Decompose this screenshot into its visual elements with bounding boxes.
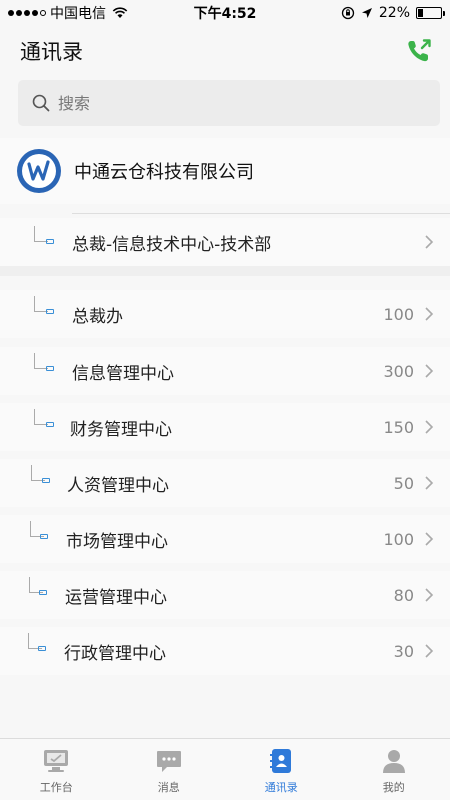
chevron-right-icon (425, 235, 434, 249)
phone-call-icon[interactable] (404, 36, 434, 66)
department-name: 总裁办 (72, 306, 123, 327)
battery-icon (416, 7, 445, 19)
tree-node-icon (46, 422, 54, 427)
battery-percent: 22% (378, 5, 410, 21)
divider (72, 213, 450, 214)
chat-bubble-icon (156, 751, 181, 772)
department-row-5[interactable]: 市场管理中心 100 (0, 515, 450, 563)
tree-node-icon (39, 590, 47, 595)
desktop-icon (44, 750, 69, 772)
signal-strength-icon (8, 10, 46, 16)
rotation-lock-icon (341, 6, 355, 20)
tab-me[interactable]: 我的 (338, 739, 450, 800)
contacts-icon (270, 749, 292, 773)
person-icon (382, 750, 405, 773)
chevron-right-icon (425, 588, 434, 602)
tree-node-icon (42, 478, 50, 483)
search-bar[interactable] (18, 80, 440, 126)
chevron-right-icon (425, 364, 434, 378)
chevron-right-icon (425, 476, 434, 490)
department-name: 市场管理中心 (66, 531, 168, 552)
member-count: 50 (393, 473, 414, 493)
chevron-right-icon (425, 420, 434, 434)
department-row-1[interactable]: 总裁办 100 (0, 290, 450, 338)
department-name: 人资管理中心 (67, 475, 169, 496)
chevron-right-icon (425, 307, 434, 321)
department-name: 财务管理中心 (70, 419, 172, 440)
department-name: 行政管理中心 (64, 643, 166, 664)
member-count: 300 (383, 361, 414, 381)
search-icon (32, 94, 50, 112)
member-count: 30 (393, 641, 414, 661)
company-name: 中通云仓科技有限公司 (74, 162, 254, 183)
member-count: 150 (383, 417, 414, 437)
wifi-icon (112, 7, 128, 18)
chevron-right-icon (425, 644, 434, 658)
company-logo-icon (17, 149, 61, 193)
tree-node-icon (46, 366, 54, 371)
tab-label: 通讯录 (264, 781, 298, 794)
member-count: 80 (393, 585, 414, 605)
tab-label: 我的 (382, 781, 405, 794)
member-count: 100 (383, 529, 414, 549)
department-row-0[interactable]: 总裁-信息技术中心-技术部 (0, 218, 450, 266)
status-bar: 中国电信 下午4:52 22% (0, 0, 450, 26)
department-row-4[interactable]: 人资管理中心 50 (0, 459, 450, 507)
department-row-3[interactable]: 财务管理中心 150 (0, 403, 450, 451)
tab-contacts[interactable]: 通讯录 (225, 739, 338, 800)
tab-label: 工作台 (39, 781, 73, 794)
department-row-2[interactable]: 信息管理中心 300 (0, 347, 450, 395)
page-title: 通讯录 (20, 40, 83, 64)
tab-workbench[interactable]: 工作台 (0, 739, 113, 800)
department-name: 运营管理中心 (65, 587, 167, 608)
member-count: 100 (383, 304, 414, 324)
tree-node-icon (40, 534, 48, 539)
department-row-7[interactable]: 行政管理中心 30 (0, 627, 450, 675)
company-header[interactable]: 中通云仓科技有限公司 (0, 138, 450, 204)
chevron-right-icon (425, 532, 434, 546)
carrier-label: 中国电信 (50, 6, 106, 22)
section-separator (0, 266, 450, 276)
tab-label: 消息 (157, 781, 180, 794)
department-name: 总裁-信息技术中心-技术部 (72, 234, 272, 255)
tree-node-icon (46, 309, 54, 314)
search-input[interactable] (58, 93, 418, 113)
tab-bar: 工作台 消息 通讯录 我的 (0, 738, 450, 800)
header: 通讯录 (0, 26, 450, 74)
location-arrow-icon (361, 8, 372, 18)
department-name: 信息管理中心 (72, 363, 174, 384)
tab-messages[interactable]: 消息 (113, 739, 226, 800)
tree-node-icon (38, 646, 46, 651)
department-row-6[interactable]: 运营管理中心 80 (0, 571, 450, 619)
tree-node-icon (46, 239, 54, 244)
